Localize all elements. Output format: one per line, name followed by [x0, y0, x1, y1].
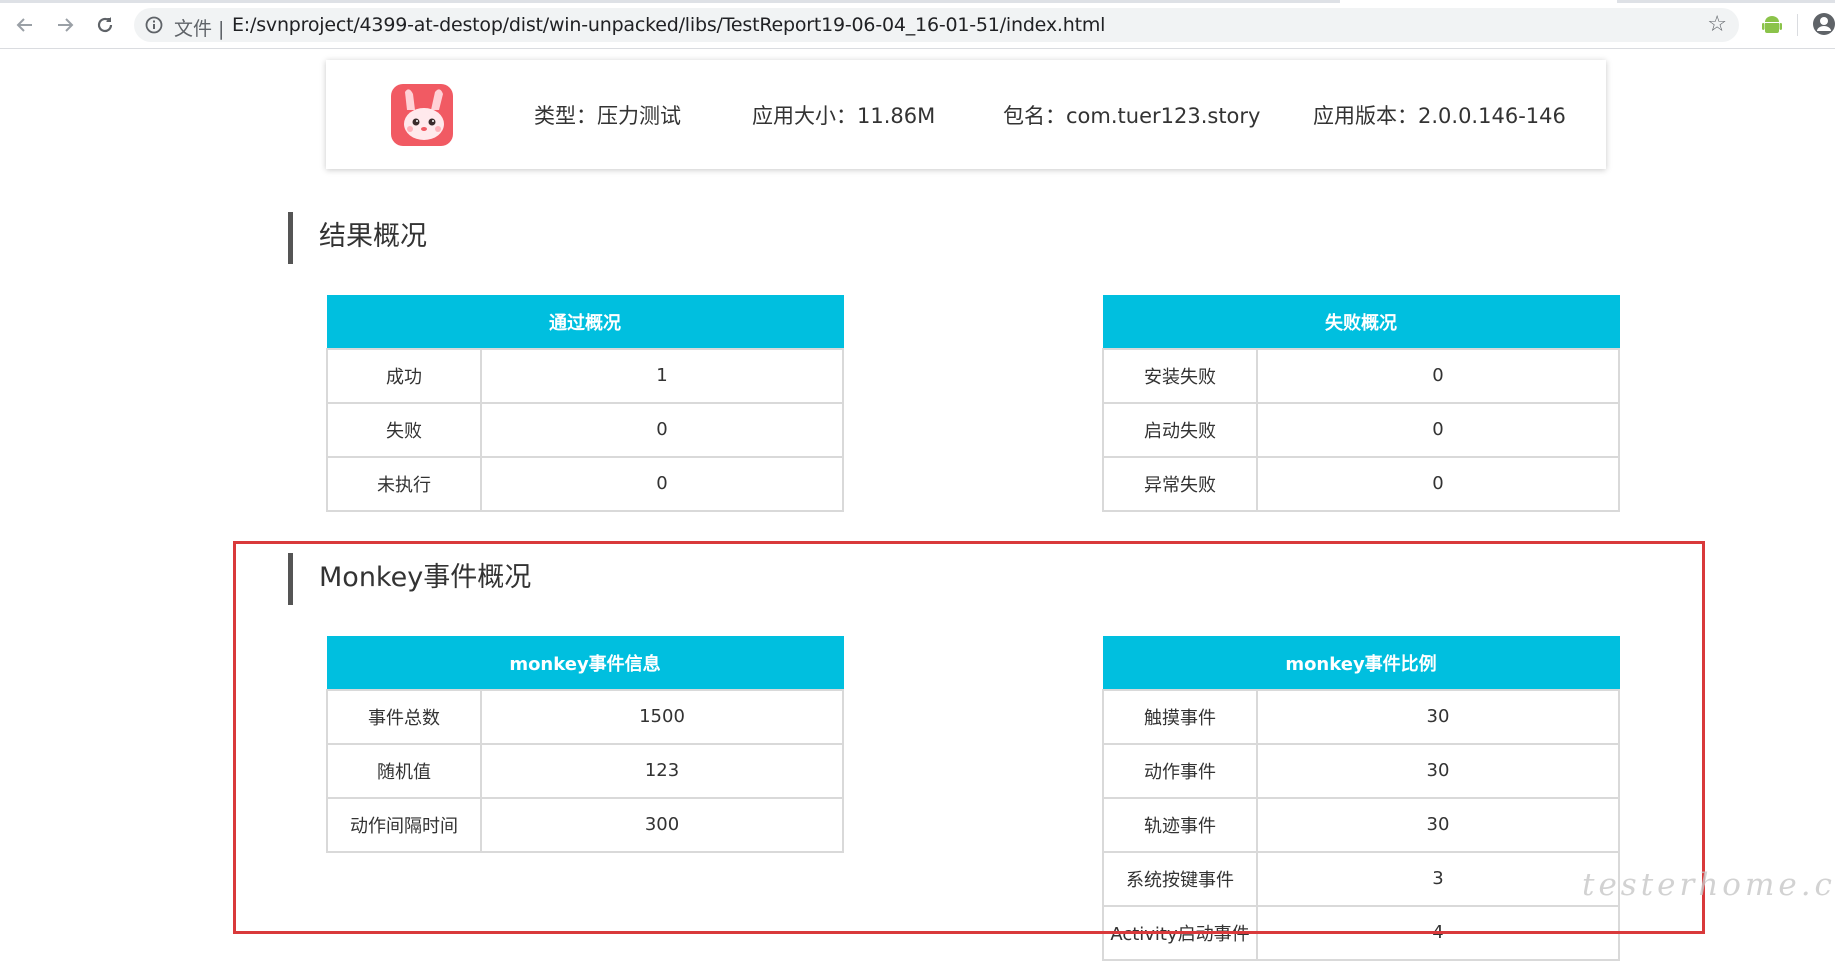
- back-arrow-icon[interactable]: [10, 10, 40, 40]
- table-header: monkey事件比例: [1102, 636, 1620, 690]
- address-bar[interactable]: 文件 | E:/svnproject/4399-at-destop/dist/w…: [134, 8, 1739, 42]
- table-row: 失败 0: [326, 401, 844, 458]
- row-label: 未执行: [326, 455, 482, 512]
- table-header: 通过概况: [326, 295, 844, 349]
- monkey-info-table: monkey事件信息 事件总数 1500 随机值 123 动作间隔时间 300: [326, 636, 844, 853]
- android-icon[interactable]: [1762, 14, 1782, 36]
- table-row: 未执行 0: [326, 455, 844, 512]
- tab-strip-segment: [0, 0, 1340, 3]
- reload-icon[interactable]: [90, 10, 120, 40]
- star-icon[interactable]: ☆: [1707, 12, 1727, 37]
- table-row: Activity启动事件 4: [1102, 904, 1620, 961]
- url-text[interactable]: E:/svnproject/4399-at-destop/dist/win-un…: [232, 14, 1105, 36]
- info-icon[interactable]: [144, 15, 164, 35]
- monkey-ratio-table: monkey事件比例 触摸事件 30 动作事件 30 轨迹事件 30 系统按键事…: [1102, 636, 1620, 961]
- table-row: 轨迹事件 30: [1102, 796, 1620, 853]
- row-value: 30: [1256, 742, 1620, 799]
- row-label: 系统按键事件: [1102, 850, 1258, 907]
- app-type: 类型：压力测试: [534, 104, 681, 128]
- profile-icon[interactable]: [1812, 12, 1835, 36]
- fail-summary-table: 失败概况 安装失败 0 启动失败 0 异常失败 0: [1102, 295, 1620, 512]
- table-row: 随机值 123: [326, 742, 844, 799]
- tab-strip-segment: [1617, 0, 1835, 3]
- table-row: 异常失败 0: [1102, 455, 1620, 512]
- row-label: 动作事件: [1102, 742, 1258, 799]
- row-label: 轨迹事件: [1102, 796, 1258, 853]
- row-value: 4: [1256, 904, 1620, 961]
- table-row: 动作间隔时间 300: [326, 796, 844, 853]
- rabbit-app-icon: [391, 84, 453, 146]
- row-value: 0: [480, 401, 844, 458]
- table-row: 事件总数 1500: [326, 688, 844, 745]
- monkey-section-title: Monkey事件概况: [288, 553, 531, 605]
- row-value: 3: [1256, 850, 1620, 907]
- app-info-card: 类型：压力测试 应用大小：11.86M 包名：com.tuer123.story…: [326, 60, 1606, 169]
- app-version: 应用版本：2.0.0.146-146: [1313, 104, 1566, 128]
- tab-strip: [0, 0, 1835, 3]
- table-row: 动作事件 30: [1102, 742, 1620, 799]
- row-value: 1: [480, 347, 844, 404]
- watermark-text: testerhome.com: [1582, 867, 1835, 903]
- pass-summary-table: 通过概况 成功 1 失败 0 未执行 0: [326, 295, 844, 512]
- row-value: 1500: [480, 688, 844, 745]
- row-label: 安装失败: [1102, 347, 1258, 404]
- browser-toolbar: 文件 | E:/svnproject/4399-at-destop/dist/w…: [0, 0, 1835, 49]
- results-section-title: 结果概况: [288, 212, 427, 264]
- app-size: 应用大小：11.86M: [752, 104, 936, 128]
- row-label: 事件总数: [326, 688, 482, 745]
- row-label: 触摸事件: [1102, 688, 1258, 745]
- table-row: 触摸事件 30: [1102, 688, 1620, 745]
- table-header: 失败概况: [1102, 295, 1620, 349]
- app-package: 包名：com.tuer123.story: [1003, 104, 1261, 128]
- row-label: Activity启动事件: [1102, 904, 1258, 961]
- forward-arrow-icon[interactable]: [50, 10, 80, 40]
- row-value: 0: [1256, 347, 1620, 404]
- row-value: 30: [1256, 688, 1620, 745]
- row-label: 异常失败: [1102, 455, 1258, 512]
- table-header: monkey事件信息: [326, 636, 844, 690]
- row-value: 123: [480, 742, 844, 799]
- table-row: 安装失败 0: [1102, 347, 1620, 404]
- row-label: 随机值: [326, 742, 482, 799]
- row-label: 成功: [326, 347, 482, 404]
- table-row: 启动失败 0: [1102, 401, 1620, 458]
- row-label: 动作间隔时间: [326, 796, 482, 853]
- row-label: 启动失败: [1102, 401, 1258, 458]
- row-value: 30: [1256, 796, 1620, 853]
- scheme-label: 文件 |: [174, 18, 225, 40]
- row-value: 0: [1256, 401, 1620, 458]
- toolbar-separator: [1797, 14, 1798, 36]
- row-label: 失败: [326, 401, 482, 458]
- table-row: 成功 1: [326, 347, 844, 404]
- table-row: 系统按键事件 3: [1102, 850, 1620, 907]
- row-value: 0: [480, 455, 844, 512]
- row-value: 0: [1256, 455, 1620, 512]
- row-value: 300: [480, 796, 844, 853]
